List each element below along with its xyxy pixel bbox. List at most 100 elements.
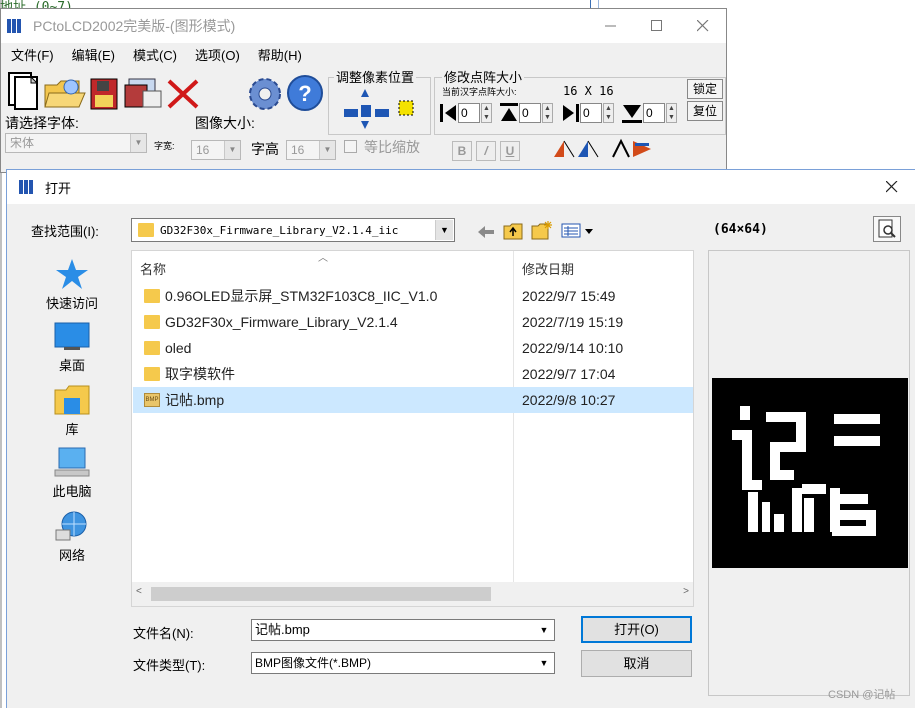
chevron-down-icon[interactable]: ▼ [535, 621, 553, 639]
place-this-pc[interactable]: 此电脑 [27, 446, 117, 500]
flip-vertical-icon[interactable] [611, 137, 657, 161]
current-size-value: 16 X 16 [563, 84, 614, 98]
desktop-icon [54, 322, 90, 350]
scroll-left-icon[interactable]: < [136, 586, 142, 597]
file-name: 0.96OLED显示屏_STM32F103C8_IIC_V1.0 [165, 288, 438, 304]
menu-file[interactable]: 文件(F) [11, 45, 54, 64]
look-in-value: GD32F30x_Firmware_Library_V2.1.4_iic [160, 223, 399, 237]
down-spin-input[interactable]: 0 [643, 103, 665, 123]
menu-mode[interactable]: 模式(C) [133, 45, 177, 64]
file-row[interactable]: 0.96OLED显示屏_STM32F103C8_IIC_V1.0 2022/9/… [133, 283, 693, 309]
place-quick-access[interactable]: 快速访问 [27, 258, 117, 312]
chevron-down-icon: ▼ [319, 141, 335, 159]
italic-button[interactable]: / [476, 141, 496, 161]
star-icon [56, 259, 88, 289]
flip-horizontal-icon[interactable] [552, 137, 600, 161]
maximize-button[interactable] [634, 9, 680, 43]
network-icon [55, 511, 87, 541]
delete-x-icon[interactable] [165, 77, 201, 111]
menu-edit[interactable]: 编辑(E) [72, 45, 115, 64]
save-icon[interactable] [89, 77, 121, 111]
gear-icon[interactable] [245, 75, 285, 113]
open-folder-icon[interactable] [43, 73, 87, 111]
place-network[interactable]: 网络 [27, 510, 117, 564]
scale-checkbox[interactable] [344, 140, 357, 153]
scroll-thumb[interactable] [151, 587, 491, 601]
close-button[interactable] [680, 9, 726, 43]
shrink-right-icon[interactable] [560, 103, 580, 123]
scroll-right-icon[interactable]: > [683, 586, 689, 597]
save-as-icon[interactable] [123, 75, 163, 111]
new-folder-icon[interactable] [531, 220, 553, 240]
menu-options[interactable]: 选项(O) [195, 45, 240, 64]
up-folder-icon[interactable] [503, 222, 523, 240]
chevron-down-icon[interactable]: ▼ [535, 654, 553, 672]
bold-button[interactable]: B [452, 141, 472, 161]
file-type-label: 文件类型(T): [133, 658, 206, 673]
new-file-icon[interactable] [5, 69, 45, 111]
open-button[interactable]: 打开(O) [581, 616, 692, 643]
reset-button[interactable]: 复位 [687, 101, 723, 121]
move-arrows-icon[interactable] [341, 85, 425, 133]
preview-panel [708, 250, 910, 696]
place-desktop[interactable]: 桌面 [27, 322, 117, 374]
font-select[interactable]: 宋体 ▼ [5, 133, 147, 153]
help-icon[interactable]: ? [285, 73, 325, 113]
place-libraries[interactable]: 库 [27, 384, 117, 438]
magnifier-page-icon [878, 219, 896, 238]
lock-button[interactable]: 锁定 [687, 79, 723, 99]
dialog-close-button[interactable] [869, 170, 915, 204]
column-header-name[interactable]: 名称 [140, 259, 166, 278]
adjust-pixel-label: 调整像素位置 [334, 67, 417, 86]
file-date: 2022/9/7 15:49 [522, 288, 616, 304]
menu-help[interactable]: 帮助(H) [258, 45, 302, 64]
view-menu-icon[interactable] [561, 223, 597, 239]
pctolcd-window: PCtoLCD2002完美版-(图形模式) 文件(F) 编辑(E) 模式(C) … [0, 8, 727, 173]
back-arrow-icon[interactable] [477, 225, 495, 239]
file-name-label: 文件名(N): [133, 626, 194, 641]
down-spin-buttons[interactable]: ▲ ▼ [666, 103, 677, 123]
chevron-down-icon: ▼ [435, 220, 453, 240]
place-label: 桌面 [58, 358, 85, 373]
file-name: oled [165, 340, 192, 356]
file-list[interactable]: ︿ 名称 修改日期 0.96OLED显示屏_STM32F103C8_IIC_V1… [131, 250, 694, 607]
preview-toggle-button[interactable] [873, 216, 901, 242]
file-row[interactable]: 取字模软件 2022/9/7 17:04 [133, 361, 693, 387]
file-date: 2022/9/14 10:10 [522, 340, 624, 356]
folder-icon [144, 341, 160, 355]
right-spin-buttons[interactable]: ▲ ▼ [603, 103, 614, 123]
window-title: PCtoLCD2002完美版-(图形模式) [33, 18, 236, 34]
up-spin-buttons[interactable]: ▲ ▼ [542, 103, 553, 123]
char-width-select[interactable]: 16 ▼ [191, 140, 241, 160]
file-row-selected[interactable]: BMP 记帖.bmp 2022/9/8 10:27 [133, 387, 693, 413]
folder-icon [138, 223, 154, 237]
file-name: 记帖.bmp [165, 392, 225, 408]
file-date: 2022/9/7 17:04 [522, 366, 616, 382]
cancel-button[interactable]: 取消 [581, 650, 692, 677]
right-spin-input[interactable]: 0 [580, 103, 602, 123]
char-height-select[interactable]: 16 ▼ [286, 140, 336, 160]
left-spin-input[interactable]: 0 [458, 103, 480, 123]
open-dialog: 打开 查找范围(I): GD32F30x_Firmware_Library_V2… [6, 169, 915, 708]
svg-text:?: ? [298, 81, 311, 106]
left-spin-buttons[interactable]: ▲ ▼ [481, 103, 492, 123]
shrink-left-icon[interactable] [440, 103, 458, 123]
column-header-date[interactable]: 修改日期 [522, 259, 574, 278]
file-type-select[interactable]: BMP图像文件(*.BMP) ▼ [251, 652, 555, 674]
underline-button[interactable]: U [500, 141, 520, 161]
computer-icon [54, 447, 90, 477]
file-row[interactable]: oled 2022/9/14 10:10 [133, 335, 693, 361]
minimize-button[interactable] [588, 9, 634, 43]
up-spin-input[interactable]: 0 [519, 103, 541, 123]
dialog-title: 打开 [45, 180, 72, 196]
file-row[interactable]: GD32F30x_Firmware_Library_V2.1.4 2022/7/… [133, 309, 693, 335]
image-size-label: 图像大小: [195, 115, 255, 131]
file-name-input-value: 记帖.bmp [255, 622, 310, 637]
look-in-select[interactable]: GD32F30x_Firmware_Library_V2.1.4_iic ▼ [131, 218, 455, 242]
bitmap-preview-image [712, 378, 908, 568]
look-in-label: 查找范围(I): [31, 224, 99, 239]
file-name-input[interactable]: 记帖.bmp ▼ [251, 619, 555, 641]
shrink-up-icon[interactable] [499, 103, 519, 123]
shrink-down-icon[interactable] [621, 103, 643, 123]
horizontal-scrollbar[interactable]: < > [132, 582, 693, 606]
